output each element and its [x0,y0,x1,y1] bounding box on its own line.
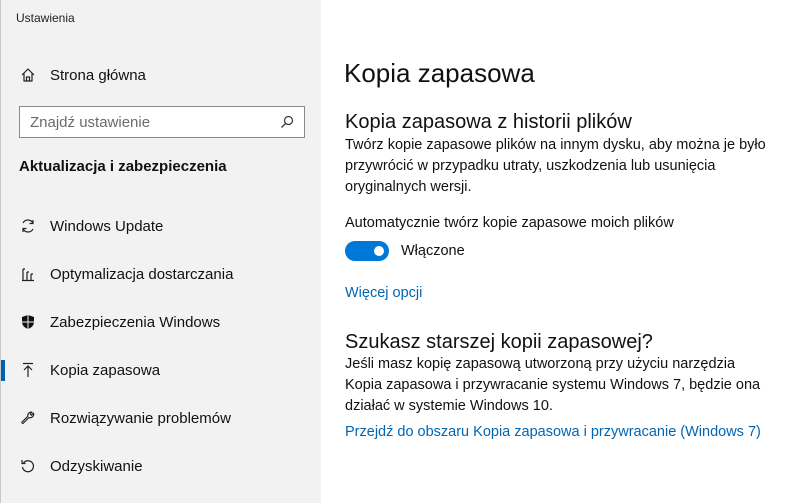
more-options-link[interactable]: Więcej opcji [345,285,422,301]
home-icon [19,66,37,84]
app-title: Ustawienia [16,11,75,25]
selection-indicator [1,360,5,381]
auto-backup-label: Automatycznie twórz kopie zapasowe moich… [345,215,674,231]
shield-icon [19,313,37,331]
sidebar-item-windows-security[interactable]: Zabezpieczenia Windows [1,302,321,342]
page-title: Kopia zapasowa [344,58,535,88]
sidebar-item-label: Zabezpieczenia Windows [50,313,221,331]
sidebar-item-delivery-optimization[interactable]: Optymalizacja dostarczania [1,254,321,294]
settings-window: Ustawienia Strona główna Aktualizacja i … [0,0,801,503]
home-link[interactable]: Strona główna [19,64,146,86]
sidebar-item-label: Windows Update [50,217,164,235]
toggle-knob [374,246,384,256]
search-input[interactable] [20,107,276,137]
sidebar-item-label: Kopia zapasowa [50,361,161,379]
sidebar-item-backup[interactable]: Kopia zapasowa [1,350,321,390]
sidebar-item-troubleshoot[interactable]: Rozwiązywanie problemów [1,398,321,438]
main-content: Kopia zapasowa Kopia zapasowa z historii… [321,0,801,503]
sidebar-item-windows-update[interactable]: Windows Update [1,206,321,246]
home-label: Strona główna [50,66,146,84]
search-box[interactable] [19,106,305,138]
backup-restore-win7-link[interactable]: Przejdź do obszaru Kopia zapasowa i przy… [345,424,761,440]
sidebar: Ustawienia Strona główna Aktualizacja i … [0,0,321,503]
auto-backup-toggle[interactable] [345,241,389,261]
sidebar-item-label: Rozwiązywanie problemów [50,409,231,427]
sidebar-item-recovery[interactable]: Odzyskiwanie [1,446,321,486]
older-backup-heading: Szukasz starszej kopii zapasowej? [345,331,653,353]
delivery-optimization-icon [19,265,37,283]
recovery-icon [19,457,37,475]
sidebar-item-label: Optymalizacja dostarczania [50,265,234,283]
section-title: Aktualizacja i zabezpieczenia [19,158,227,175]
toggle-state-label: Włączone [401,243,465,259]
older-backup-description: Jeśli masz kopię zapasową utworzoną przy… [345,356,761,414]
sidebar-item-label: Odzyskiwanie [50,457,143,475]
wrench-icon [19,409,37,427]
search-icon[interactable] [276,111,298,133]
file-history-description: Twórz kopie zapasowe plików na innym dys… [345,137,766,195]
file-history-heading: Kopia zapasowa z historii plików [345,111,632,133]
sync-icon [19,217,37,235]
backup-upload-icon [19,361,37,379]
